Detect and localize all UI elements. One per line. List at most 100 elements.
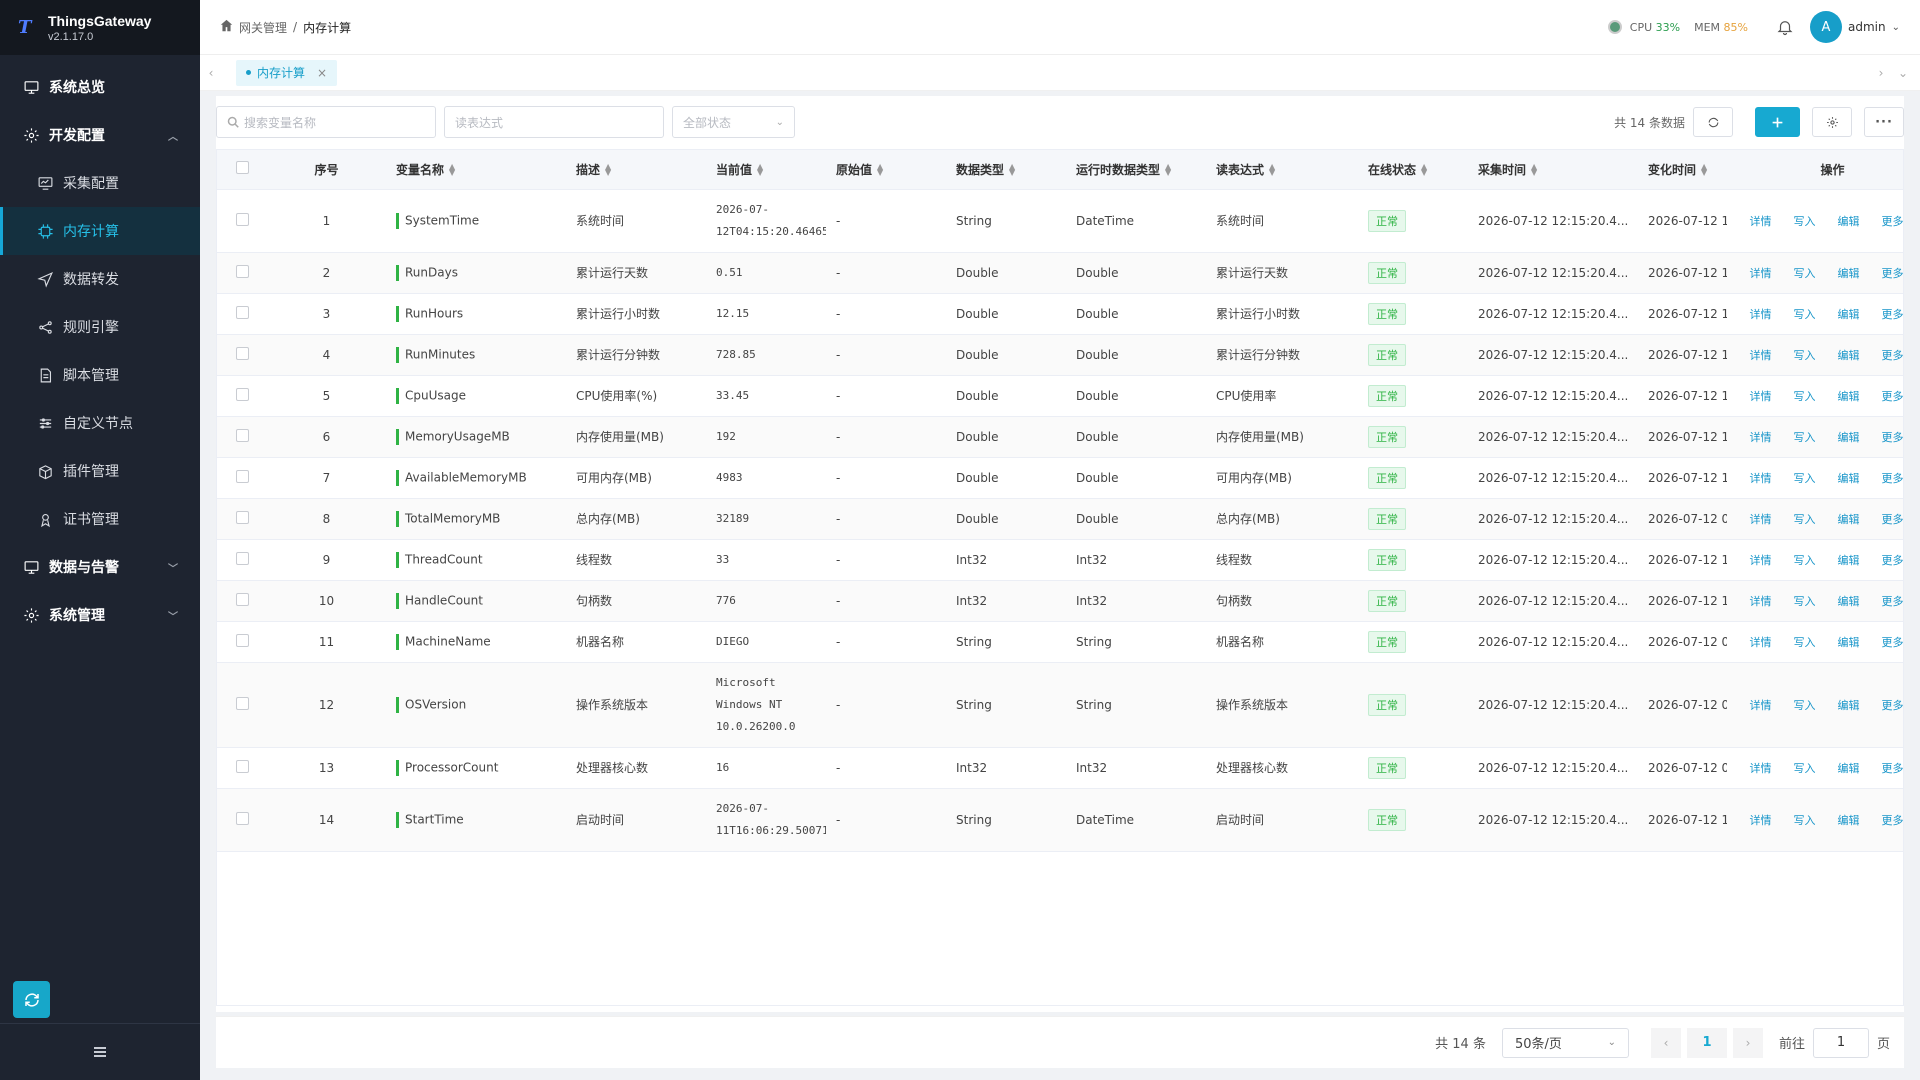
select-all-checkbox[interactable]: [217, 150, 267, 190]
collapse-menu-button[interactable]: [0, 1023, 200, 1080]
edit-button[interactable]: 编辑: [1837, 762, 1859, 775]
settings-button[interactable]: [1812, 107, 1852, 137]
edit-button[interactable]: 编辑: [1837, 472, 1859, 485]
tab-memory-compute[interactable]: 内存计算 ×: [236, 59, 338, 86]
search-input[interactable]: 搜索变量名称: [216, 106, 436, 138]
table-row[interactable]: 13 ProcessorCount 处理器核心数 16- Int32 Int32 处理器核心…: [217, 747, 1903, 789]
column-header[interactable]: 运行时数据类型 ▲ ▼: [1066, 150, 1206, 190]
table-row[interactable]: 7 AvailableMemoryMB 可用内存(MB) 4983- Double Dou…: [217, 457, 1903, 499]
write-button[interactable]: 写入: [1793, 814, 1815, 827]
row-checkbox[interactable]: [217, 189, 267, 253]
row-checkbox[interactable]: [217, 416, 267, 458]
page-number[interactable]: 1: [1686, 1027, 1727, 1058]
chevron-left-icon[interactable]: ‹: [200, 66, 222, 80]
table-row[interactable]: 5 CpuUsage CPU使用率(%) 33.45- Double Double CPU使…: [217, 375, 1903, 417]
edit-button[interactable]: 编辑: [1837, 699, 1859, 712]
column-header[interactable]: 变化时间 ▲ ▼: [1638, 150, 1727, 190]
sidebar-item-2[interactable]: 采集配置: [0, 159, 200, 207]
detail-button[interactable]: 详情: [1749, 215, 1771, 228]
detail-button[interactable]: 详情: [1749, 390, 1771, 403]
chevron-down-icon[interactable]: ⌄: [1892, 22, 1900, 33]
write-button[interactable]: 写入: [1793, 636, 1815, 649]
column-header[interactable]: 在线状态 ▲ ▼: [1358, 150, 1468, 190]
more-button[interactable]: 更多: [1881, 308, 1903, 321]
sidebar-item-7[interactable]: 自定义节点: [0, 399, 200, 447]
sidebar-item-9[interactable]: 证书管理: [0, 495, 200, 543]
column-header[interactable]: 描述 ▲ ▼: [566, 150, 706, 190]
more-button[interactable]: 更多: [1881, 267, 1903, 280]
table-row[interactable]: 4 RunMinutes 累计运行分钟数 728.85- Double Double 累计运…: [217, 334, 1903, 376]
column-header[interactable]: 数据类型 ▲ ▼: [946, 150, 1066, 190]
more-button[interactable]: 更多: [1881, 636, 1903, 649]
sidebar-item-8[interactable]: 插件管理: [0, 447, 200, 495]
row-checkbox[interactable]: [217, 539, 267, 581]
detail-button[interactable]: 详情: [1749, 814, 1771, 827]
sidebar-item-11[interactable]: 系统管理 ﹀: [0, 591, 200, 639]
more-button[interactable]: 更多: [1881, 595, 1903, 608]
column-header[interactable]: 当前值 ▲ ▼: [706, 150, 826, 190]
refresh-button[interactable]: [1693, 107, 1733, 137]
table-row[interactable]: 6 MemoryUsageMB 内存使用量(MB) 192- Double Double 内…: [217, 416, 1903, 458]
detail-button[interactable]: 详情: [1749, 762, 1771, 775]
next-page-button[interactable]: ›: [1732, 1027, 1763, 1058]
write-button[interactable]: 写入: [1793, 472, 1815, 485]
detail-button[interactable]: 详情: [1749, 636, 1771, 649]
edit-button[interactable]: 编辑: [1837, 554, 1859, 567]
detail-button[interactable]: 详情: [1749, 699, 1771, 712]
row-checkbox[interactable]: [217, 293, 267, 335]
edit-button[interactable]: 编辑: [1837, 513, 1859, 526]
row-checkbox[interactable]: [217, 252, 267, 294]
more-options-button[interactable]: ···: [1864, 107, 1904, 137]
expression-input[interactable]: 读表达式: [444, 106, 664, 138]
write-button[interactable]: 写入: [1793, 215, 1815, 228]
table-row[interactable]: 11 MachineName 机器名称 DIEGO - String String 机器名称正…: [217, 621, 1903, 663]
table-row[interactable]: 2 RunDays 累计运行天数 0.51- Double Double 累计运行天数 正常 2…: [217, 252, 1903, 294]
user-name[interactable]: admin: [1848, 20, 1886, 34]
edit-button[interactable]: 编辑: [1837, 814, 1859, 827]
avatar[interactable]: A: [1810, 11, 1842, 43]
row-checkbox[interactable]: [217, 788, 267, 852]
table-row[interactable]: 8 TotalMemoryMB 总内存(MB) 32189- Double Double 总…: [217, 498, 1903, 540]
write-button[interactable]: 写入: [1793, 308, 1815, 321]
more-button[interactable]: 更多: [1881, 472, 1903, 485]
edit-button[interactable]: 编辑: [1837, 349, 1859, 362]
more-button[interactable]: 更多: [1881, 349, 1903, 362]
sidebar-item-5[interactable]: 规则引擎: [0, 303, 200, 351]
more-button[interactable]: 更多: [1881, 762, 1903, 775]
edit-button[interactable]: 编辑: [1837, 431, 1859, 444]
edit-button[interactable]: 编辑: [1837, 308, 1859, 321]
sidebar-item-10[interactable]: 数据与告警 ﹀: [0, 543, 200, 591]
sidebar-item-1[interactable]: 开发配置 ︿: [0, 111, 200, 159]
prev-page-button[interactable]: ‹: [1650, 1027, 1681, 1058]
table-row[interactable]: 10 HandleCount 句柄数 776- Int32 Int32 句柄数 正常 2026-…: [217, 580, 1903, 622]
sidebar-item-4[interactable]: 数据转发: [0, 255, 200, 303]
row-checkbox[interactable]: [217, 498, 267, 540]
chevron-right-icon[interactable]: ›: [1870, 66, 1892, 80]
add-button[interactable]: [1755, 107, 1800, 137]
write-button[interactable]: 写入: [1793, 595, 1815, 608]
column-header[interactable]: 原始值 ▲ ▼: [826, 150, 946, 190]
status-select[interactable]: 全部状态 ⌄: [672, 106, 795, 138]
page-size-select[interactable]: 50条/页 ⌄: [1501, 1027, 1629, 1058]
write-button[interactable]: 写入: [1793, 762, 1815, 775]
row-checkbox[interactable]: [217, 334, 267, 376]
edit-button[interactable]: 编辑: [1837, 215, 1859, 228]
row-checkbox[interactable]: [217, 375, 267, 417]
write-button[interactable]: 写入: [1793, 513, 1815, 526]
sidebar-item-0[interactable]: 系统总览: [0, 63, 200, 111]
write-button[interactable]: 写入: [1793, 554, 1815, 567]
table-row[interactable]: 1 SystemTime 系统时间 2026-07-12T04:15:20.46465…: [217, 189, 1903, 253]
row-checkbox[interactable]: [217, 580, 267, 622]
write-button[interactable]: 写入: [1793, 267, 1815, 280]
edit-button[interactable]: 编辑: [1837, 390, 1859, 403]
more-button[interactable]: 更多: [1881, 554, 1903, 567]
table-row[interactable]: 9 ThreadCount 线程数 33- Int32 Int32 线程数 正常 2026-07…: [217, 539, 1903, 581]
more-button[interactable]: 更多: [1881, 699, 1903, 712]
table-row[interactable]: 14 StartTime 启动时间 2026-07-11T16:06:29.50071…: [217, 788, 1903, 852]
column-header[interactable]: 读表达式 ▲ ▼: [1206, 150, 1358, 190]
detail-button[interactable]: 详情: [1749, 431, 1771, 444]
sidebar-item-6[interactable]: 脚本管理: [0, 351, 200, 399]
detail-button[interactable]: 详情: [1749, 595, 1771, 608]
more-button[interactable]: 更多: [1881, 390, 1903, 403]
goto-page-input[interactable]: 1: [1812, 1027, 1869, 1058]
